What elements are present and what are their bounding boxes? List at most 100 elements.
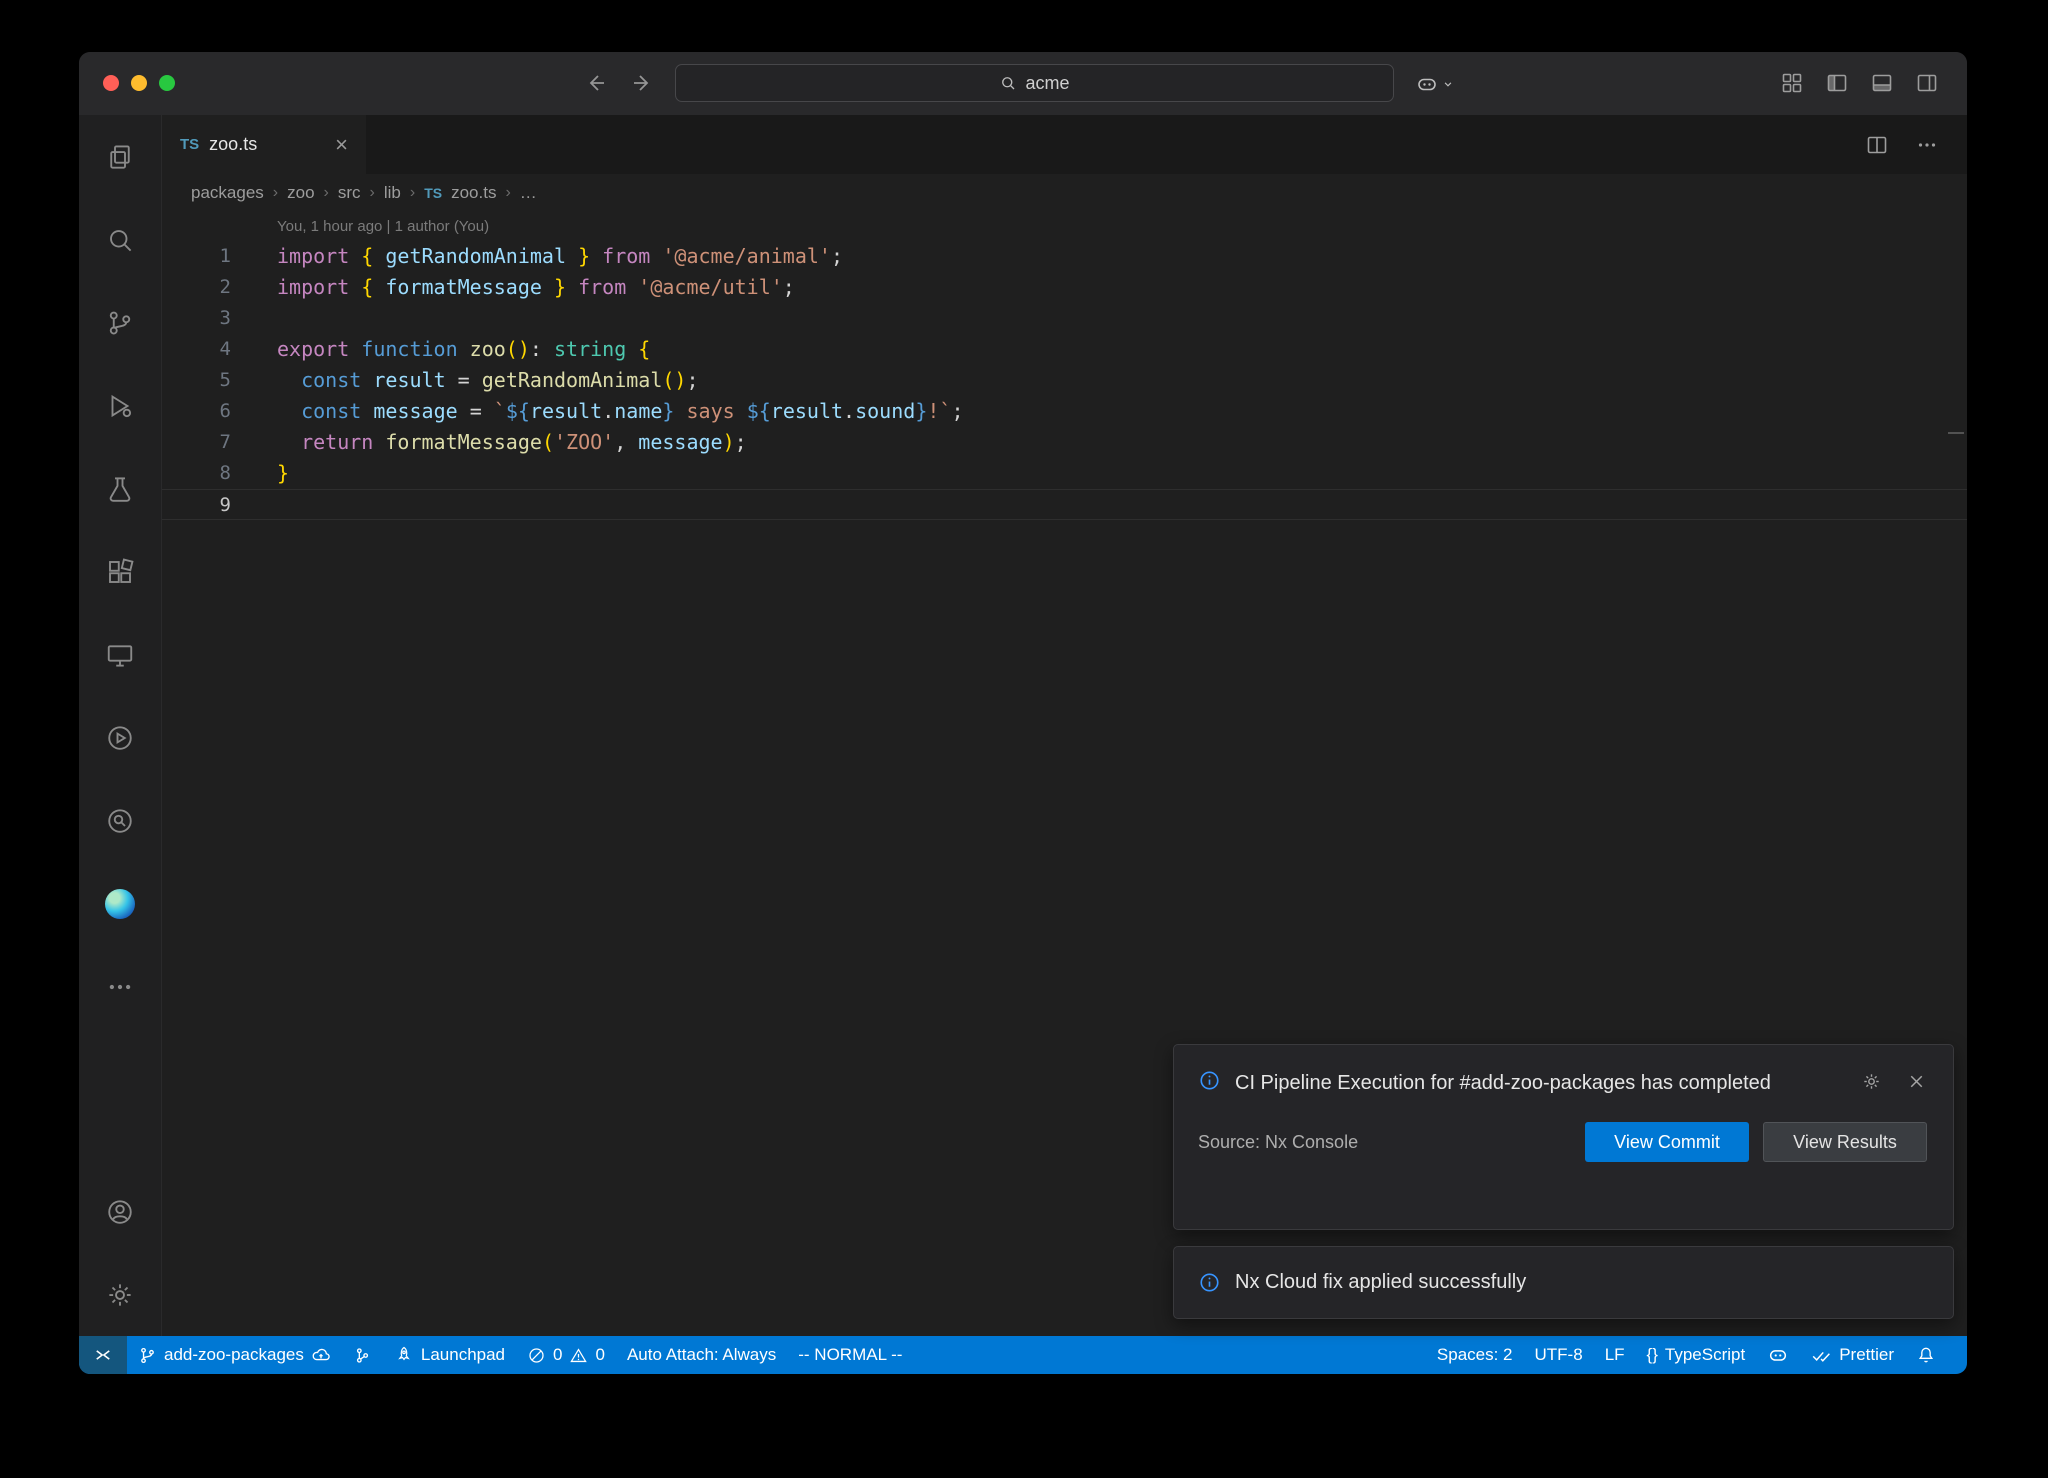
forward-icon[interactable] xyxy=(630,71,654,95)
breadcrumb-item[interactable]: lib xyxy=(384,183,401,203)
code-line[interactable]: 6 const message = `${result.name} says $… xyxy=(162,396,1967,427)
typescript-file-icon: TS xyxy=(424,185,442,201)
code-line[interactable]: 5 const result = getRandomAnimal(); xyxy=(162,365,1967,396)
encoding-status[interactable]: UTF-8 xyxy=(1524,1336,1594,1374)
breadcrumb-file[interactable]: zoo.ts xyxy=(451,183,496,203)
vim-mode-status[interactable]: -- NORMAL -- xyxy=(787,1336,913,1374)
breadcrumb-item[interactable]: src xyxy=(338,183,361,203)
breadcrumb-item[interactable]: packages xyxy=(191,183,264,203)
line-number: 5 xyxy=(162,365,252,396)
activity-accounts[interactable] xyxy=(79,1170,161,1253)
braces-icon: {} xyxy=(1647,1345,1658,1365)
code-line[interactable]: 4export function zoo(): string { xyxy=(162,334,1967,365)
tab-zoo-ts[interactable]: TS zoo.ts × xyxy=(162,115,366,174)
line-number: 9 xyxy=(162,490,252,519)
launchpad-label: Launchpad xyxy=(421,1345,505,1365)
activity-extensions[interactable] xyxy=(79,530,161,613)
toggle-secondary-sidebar-icon[interactable] xyxy=(1915,71,1939,95)
activity-edge-tools[interactable] xyxy=(79,862,161,945)
notification-nx-cloud-fix: Nx Cloud fix applied successfully xyxy=(1173,1246,1954,1319)
zoom-window-button[interactable] xyxy=(159,75,175,91)
editor-actions xyxy=(1865,115,1939,174)
code-line[interactable]: 3 xyxy=(162,303,1967,334)
copilot-status[interactable] xyxy=(1756,1336,1800,1374)
close-window-button[interactable] xyxy=(103,75,119,91)
explorer-icon xyxy=(105,142,135,172)
code-line[interactable]: 8} xyxy=(162,458,1967,489)
vscode-window: acme xyxy=(79,52,1967,1374)
close-icon[interactable] xyxy=(1906,1071,1927,1092)
line-code: const result = getRandomAnimal(); xyxy=(252,365,699,396)
prettier-status[interactable]: Prettier xyxy=(1800,1336,1905,1374)
view-commit-button[interactable]: View Commit xyxy=(1585,1122,1749,1162)
ellipsis-icon xyxy=(105,972,135,1002)
eol-status[interactable]: LF xyxy=(1594,1336,1636,1374)
activity-testing[interactable] xyxy=(79,447,161,530)
breadcrumb-item[interactable]: zoo xyxy=(287,183,314,203)
traffic-lights xyxy=(103,75,175,91)
notification-ci-pipeline: CI Pipeline Execution for #add-zoo-packa… xyxy=(1173,1044,1954,1230)
more-actions-icon[interactable] xyxy=(1915,133,1939,157)
history-nav xyxy=(584,71,654,95)
line-number: 8 xyxy=(162,458,252,489)
line-code: return formatMessage('ZOO', message); xyxy=(252,427,747,458)
activity-spacer xyxy=(79,1028,161,1170)
code-line[interactable]: 2import { formatMessage } from '@acme/ut… xyxy=(162,272,1967,303)
git-graph-status[interactable] xyxy=(342,1336,383,1374)
close-tab-icon[interactable]: × xyxy=(335,134,348,156)
launchpad-status[interactable]: Launchpad xyxy=(383,1336,516,1374)
notification-settings-icon[interactable] xyxy=(1861,1071,1882,1092)
chevron-down-icon xyxy=(1441,77,1455,91)
line-number: 4 xyxy=(162,334,252,365)
notifications-bell[interactable] xyxy=(1905,1336,1947,1374)
activity-run-debug[interactable] xyxy=(79,364,161,447)
customize-layout-icon[interactable] xyxy=(1780,71,1804,95)
info-icon xyxy=(1198,1271,1221,1294)
toggle-panel-icon[interactable] xyxy=(1870,71,1894,95)
run-debug-icon xyxy=(105,391,135,421)
breadcrumb-overflow[interactable]: … xyxy=(520,183,537,203)
rocket-icon xyxy=(394,1345,414,1365)
activity-run-circle[interactable] xyxy=(79,696,161,779)
chevron-right-icon: › xyxy=(370,184,375,202)
activity-more[interactable] xyxy=(79,945,161,1028)
chevron-right-icon: › xyxy=(273,184,278,202)
error-count: 0 xyxy=(553,1345,562,1365)
warning-icon xyxy=(569,1346,588,1365)
activity-settings[interactable] xyxy=(79,1253,161,1336)
activity-explorer[interactable] xyxy=(79,115,161,198)
activity-remote-explorer[interactable] xyxy=(79,613,161,696)
line-code: export function zoo(): string { xyxy=(252,334,650,365)
language-mode-status[interactable]: {} TypeScript xyxy=(1636,1336,1757,1374)
split-editor-icon[interactable] xyxy=(1865,133,1889,157)
minimize-window-button[interactable] xyxy=(131,75,147,91)
auto-attach-status[interactable]: Auto Attach: Always xyxy=(616,1336,787,1374)
code-lines: 1import { getRandomAnimal } from '@acme/… xyxy=(162,241,1967,520)
activity-source-control[interactable] xyxy=(79,281,161,364)
git-branch-status[interactable]: add-zoo-packages xyxy=(127,1336,342,1374)
chevron-right-icon: › xyxy=(410,184,415,202)
gitlens-blame-annotation[interactable]: You, 1 hour ago | 1 author (You) xyxy=(162,212,1967,241)
code-line[interactable]: 1import { getRandomAnimal } from '@acme/… xyxy=(162,241,1967,272)
cloud-upload-icon xyxy=(311,1345,331,1365)
search-icon xyxy=(105,225,135,255)
layout-controls xyxy=(1780,71,1939,95)
branch-icon xyxy=(138,1346,157,1365)
command-center-search[interactable]: acme xyxy=(675,64,1394,102)
indentation-status[interactable]: Spaces: 2 xyxy=(1426,1336,1524,1374)
gear-icon xyxy=(105,1280,135,1310)
activity-inspect[interactable] xyxy=(79,779,161,862)
view-results-button[interactable]: View Results xyxy=(1763,1122,1927,1162)
activity-search[interactable] xyxy=(79,198,161,281)
copilot-menu[interactable] xyxy=(1415,72,1455,96)
back-icon[interactable] xyxy=(584,71,608,95)
line-code xyxy=(252,303,277,334)
problems-status[interactable]: 0 0 xyxy=(516,1336,616,1374)
toggle-primary-sidebar-icon[interactable] xyxy=(1825,71,1849,95)
remote-indicator[interactable] xyxy=(79,1336,127,1374)
line-number: 6 xyxy=(162,396,252,427)
code-line[interactable]: 7 return formatMessage('ZOO', message); xyxy=(162,427,1967,458)
activity-bar xyxy=(79,115,162,1336)
code-line[interactable]: 9 xyxy=(162,489,1967,520)
error-icon xyxy=(527,1346,546,1365)
